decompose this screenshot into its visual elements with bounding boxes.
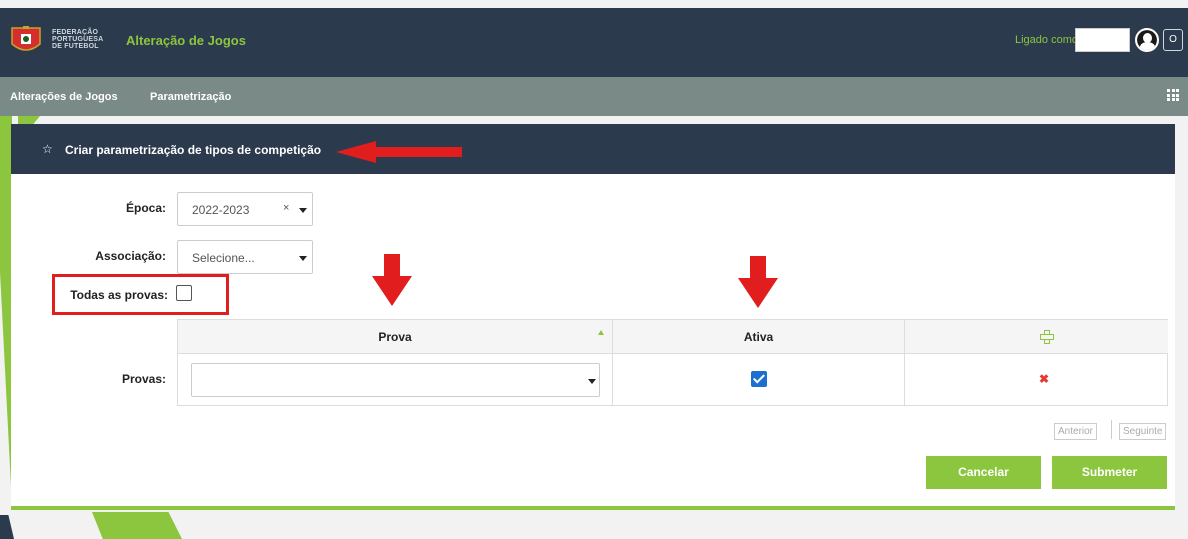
panel-title: Criar parametrização de tipos de competi… [65,143,322,157]
decorative-stripe-top [18,116,40,124]
associacao-placeholder: Selecione... [192,251,255,265]
fpf-logo [11,26,41,51]
star-icon: ☆ [42,142,53,156]
pagination-divider [1111,420,1112,439]
nav-bar: Alterações de Jogos Parametrização [0,77,1188,116]
provas-label: Provas: [121,372,166,386]
clear-icon[interactable]: × [283,202,289,214]
chevron-down-icon [299,256,307,261]
logout-button[interactable]: O [1163,29,1183,51]
nav-item-alteracoes-de-jogos[interactable]: Alterações de Jogos [10,91,118,103]
chevron-down-icon [299,208,307,213]
epoca-value: 2022-2023 [192,203,250,217]
logged-as-label: Ligado como: [1015,34,1082,46]
user-avatar-icon[interactable] [1135,28,1159,52]
apps-grid-icon[interactable] [1167,89,1179,101]
ativa-checkbox[interactable] [751,371,767,387]
panel-header: ☆ Criar parametrização de tipos de compe… [11,124,1175,174]
pagination-next-button[interactable]: Seguinte [1119,423,1167,440]
app-title[interactable]: Alteração de Jogos [126,33,246,48]
username-field[interactable] [1075,28,1130,52]
top-header: FEDERAÇÃO PORTUGUESA DE FUTEBOL Alteraçã… [0,8,1188,77]
associacao-select[interactable]: Selecione... [177,240,313,274]
logo-text: FEDERAÇÃO PORTUGUESA DE FUTEBOL [52,29,104,50]
annotation-arrow-left-icon [336,141,462,163]
epoca-label: Época: [125,201,166,215]
table-cell-actions: ✖ [905,354,1168,406]
cancel-button[interactable]: Cancelar [926,456,1041,489]
column-header-prova[interactable]: Prova [178,320,613,354]
provas-table: Prova Ativa ✖ [177,319,1168,406]
annotation-arrow-down-icon [738,256,778,308]
associacao-label: Associação: [95,249,166,263]
column-header-label: Ativa [743,330,774,344]
sort-asc-icon [598,330,604,335]
annotation-arrow-down-icon [372,254,412,306]
column-header-label: Prova [378,330,412,344]
main-panel: ☆ Criar parametrização de tipos de compe… [11,124,1175,510]
chevron-down-icon [588,379,596,384]
annotation-highlight-box [52,274,229,315]
decorative-shape-bottom-green [92,512,182,539]
column-header-add [905,320,1168,354]
pagination-previous-button[interactable]: Anterior [1054,423,1098,440]
prova-select[interactable] [191,363,600,397]
nav-item-parametrizacao[interactable]: Parametrização [150,91,231,103]
column-header-ativa[interactable]: Ativa [613,320,905,354]
table-cell-prova [178,354,613,406]
decorative-shape-bottom-left [0,515,14,539]
table-cell-ativa [613,354,905,406]
submit-button[interactable]: Submeter [1052,456,1167,489]
add-row-plus-icon[interactable] [1040,330,1054,344]
delete-row-icon[interactable]: ✖ [1039,372,1049,386]
epoca-select[interactable]: 2022-2023 × [177,192,313,226]
